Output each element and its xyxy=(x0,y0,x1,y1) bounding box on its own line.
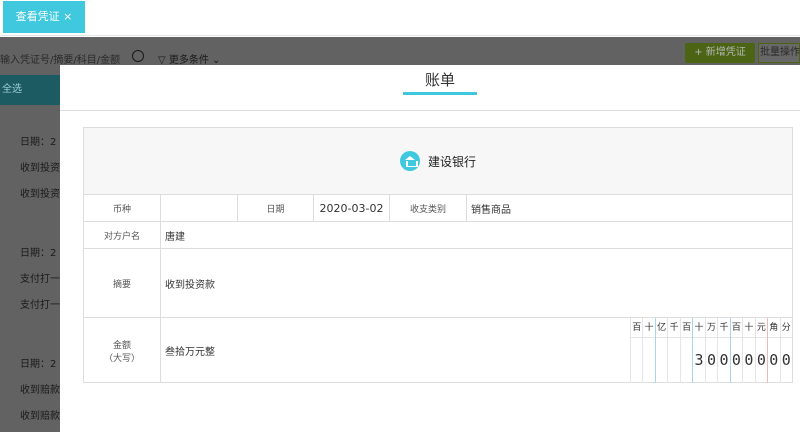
digit-column: 千 xyxy=(667,318,680,383)
search-icon[interactable] xyxy=(132,50,144,62)
list-item: 收到赔款 xyxy=(20,411,60,422)
digit-header: 十 xyxy=(693,318,705,338)
digit-column: 百0 xyxy=(729,318,743,383)
list-item: 收到投资 xyxy=(20,189,60,200)
counterparty-value: 唐建 xyxy=(165,231,185,243)
digit-column: 元0 xyxy=(754,318,768,383)
search-input[interactable]: 输入凭证号/摘要/科目/金额 xyxy=(0,51,120,66)
amount-label-sub: （大写） xyxy=(103,353,140,364)
list-item: 支付打一 xyxy=(20,274,60,285)
bill-modal: 账单 建设银行 币种 日期 2020-03-02 收支类别 销售商品 对方户名 … xyxy=(60,65,800,432)
list-item: 支付打一 xyxy=(20,300,60,311)
batch-button[interactable]: 批量操作 xyxy=(758,43,800,63)
digit-column: 角0 xyxy=(767,318,780,383)
bill-table: 建设银行 币种 日期 2020-03-02 收支类别 销售商品 对方户名 唐建 … xyxy=(83,127,793,383)
currency-value xyxy=(161,195,238,221)
digit-header: 十 xyxy=(743,318,755,338)
digit-column: 百 xyxy=(679,318,693,383)
new-voucher-button[interactable]: + 新增凭证 xyxy=(685,43,755,63)
digit-column: 十 xyxy=(642,318,655,383)
category-label: 收支类别 xyxy=(390,195,467,221)
digit-header: 分 xyxy=(780,318,792,338)
digit-column: 亿 xyxy=(654,318,668,383)
list-item: 日期：2 xyxy=(20,137,57,148)
list-item: 收到赔款 xyxy=(20,385,60,396)
digit-column: 十0 xyxy=(742,318,755,383)
digit-header: 角 xyxy=(768,318,780,338)
digit-header: 亿 xyxy=(655,318,668,338)
digit-value: 0 xyxy=(706,351,716,369)
close-icon[interactable]: × xyxy=(63,10,72,23)
digit-value: 0 xyxy=(756,351,766,369)
digit-header: 十 xyxy=(643,318,655,338)
list-item: 日期：2 xyxy=(20,359,57,370)
digit-header: 元 xyxy=(755,318,768,338)
bank-header: 建设银行 xyxy=(84,128,792,195)
date-value: 2020-03-02 xyxy=(314,195,390,221)
list-item: 收到投资 xyxy=(20,163,60,174)
amount-label-text: 金额 xyxy=(112,340,131,351)
bank-name: 建设银行 xyxy=(427,154,476,169)
date-label: 日期 xyxy=(238,195,314,221)
amount-digit-grid: 百十亿千百十3万0千0百0十0元0角0分0 xyxy=(630,318,792,383)
currency-label: 币种 xyxy=(84,195,161,221)
bank-icon xyxy=(399,151,420,171)
more-filters-button[interactable]: ▽ 更多条件 ⌄ xyxy=(158,51,220,66)
modal-title: 账单 xyxy=(402,65,477,95)
amount-label: 金额 （大写） xyxy=(84,318,161,383)
digit-header: 百 xyxy=(730,318,743,338)
counterparty-label: 对方户名 xyxy=(84,222,161,248)
digit-column: 万0 xyxy=(704,318,718,383)
digit-header: 千 xyxy=(668,318,680,338)
summary-label: 摘要 xyxy=(84,249,161,317)
digit-value: 0 xyxy=(719,351,729,369)
summary-value: 收到投资款 xyxy=(165,279,215,291)
digit-column: 十3 xyxy=(692,318,705,383)
tab-label: 查看凭证 xyxy=(15,10,60,23)
digit-header: 万 xyxy=(705,318,718,338)
digit-header: 百 xyxy=(680,318,693,338)
digit-value: 3 xyxy=(694,351,704,369)
digit-header: 百 xyxy=(631,318,643,338)
digit-value: 0 xyxy=(731,351,741,369)
category-value: 销售商品 xyxy=(471,204,511,216)
digit-value: 0 xyxy=(769,351,779,369)
digit-column: 百 xyxy=(630,318,643,383)
modal-header: 账单 xyxy=(60,65,800,111)
tab-view-voucher[interactable]: 查看凭证 × xyxy=(3,1,85,33)
digit-column: 千0 xyxy=(717,318,730,383)
digit-column: 分0 xyxy=(779,318,792,383)
select-all[interactable]: 全选 xyxy=(0,75,60,105)
digit-value: 0 xyxy=(744,351,754,369)
digit-header: 千 xyxy=(718,318,730,338)
tab-bar: 查看凭证 × xyxy=(0,0,800,36)
digit-value: 0 xyxy=(781,351,791,369)
list-item: 日期：2 xyxy=(20,248,57,259)
